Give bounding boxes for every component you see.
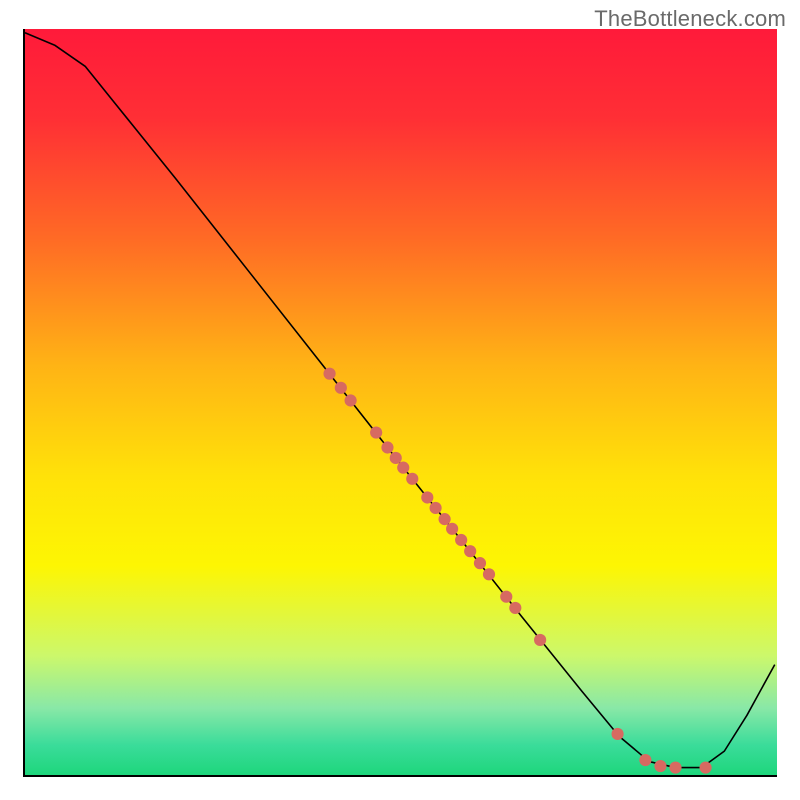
scatter-point [439,513,451,525]
scatter-point [474,557,486,569]
scatter-point [455,534,467,546]
scatter-point [611,728,623,740]
scatter-point [323,368,335,380]
scatter-point [381,441,393,453]
scatter-point [483,568,495,580]
chart-svg [25,29,777,775]
scatter-point [397,462,409,474]
scatter-point [534,634,546,646]
scatter-point [699,761,711,773]
scatter-point [390,452,402,464]
chart-canvas: TheBottleneck.com [0,0,800,800]
scatter-point [654,760,666,772]
scatter-point [335,382,347,394]
scatter-point [464,545,476,557]
scatter-point [446,523,458,535]
scatter-point [345,394,357,406]
gradient-background [25,29,777,775]
plot-area [23,29,777,777]
scatter-point [421,491,433,503]
scatter-point [406,473,418,485]
scatter-point [500,591,512,603]
scatter-point [669,761,681,773]
scatter-point [370,427,382,439]
scatter-point [509,602,521,614]
scatter-point [639,754,651,766]
scatter-point [430,502,442,514]
